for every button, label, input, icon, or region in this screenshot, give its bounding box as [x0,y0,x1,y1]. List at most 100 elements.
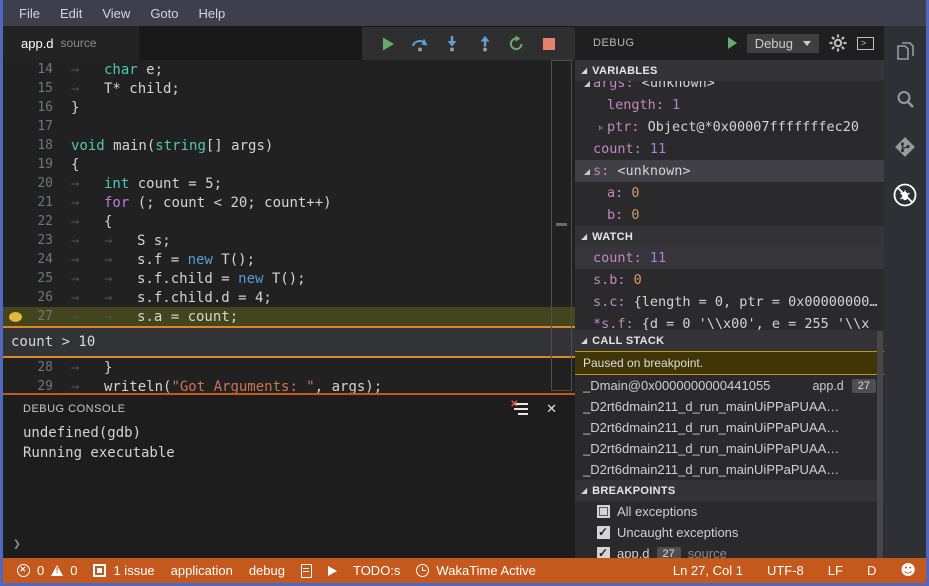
status-problems[interactable]: 00 [17,563,77,578]
continue-icon[interactable] [377,35,399,53]
watch-row[interactable]: count: 11 [575,247,884,269]
line-gutter[interactable]: 22 [3,214,53,229]
line-gutter[interactable]: 15 [3,81,53,96]
menu-item-file[interactable]: File [9,2,50,25]
breakpoint-checkbox[interactable] [597,546,610,558]
line-gutter[interactable]: 27 [3,309,53,324]
code-line-17[interactable]: 17 [3,117,575,136]
debug-config-dropdown[interactable]: Debug [746,33,819,53]
breakpoint-row[interactable]: Uncaught exceptions [575,522,884,543]
status-item[interactable]: application [171,563,233,578]
step-into-icon[interactable] [441,35,463,53]
panel-scrollbar[interactable] [877,331,883,558]
code-line-28[interactable]: 28 →} [3,358,575,377]
stack-frame-row[interactable]: _D2rt6dmain211_d_run_mainUiPPaPUAA… [575,438,884,459]
variable-row[interactable]: ◢ s: <unknown> [575,160,884,182]
tab-app-d[interactable]: app.d source [3,26,139,60]
twistie-icon[interactable]: ▹ [595,123,607,132]
status-item[interactable]: LF [828,563,843,578]
line-gutter[interactable]: 28 [3,360,53,375]
code-line-22[interactable]: 22 →{ [3,212,575,231]
line-gutter[interactable]: 26 [3,290,53,305]
line-gutter[interactable]: 20 [3,176,53,191]
breakpoint-row[interactable]: All exceptions [575,501,884,522]
stack-frame-row[interactable]: _D2rt6dmain211_d_run_mainUiPPaPUAA… [575,459,884,480]
status-item[interactable]: 1 issue [93,563,155,578]
line-gutter[interactable]: 25 [3,271,53,286]
restart-icon[interactable] [506,35,528,53]
code-line-18[interactable]: 18 void main(string[] args) [3,136,575,155]
code-line-27[interactable]: 27 → → s.a = count; [3,307,575,326]
breakpoint-icon[interactable] [9,311,22,322]
status-item[interactable] [327,565,337,576]
search-icon[interactable] [892,86,918,112]
conditional-breakpoint-peek[interactable]: count > 10 [3,326,575,358]
breakpoint-checkbox[interactable] [597,525,610,539]
stack-frame-row[interactable]: _D2rt6dmain211_d_run_mainUiPPaPUAA… [575,396,884,417]
step-over-icon[interactable] [409,35,431,53]
twistie-icon[interactable]: ◢ [581,81,593,88]
variable-row[interactable]: length: 1 [575,94,884,116]
code-line-26[interactable]: 26 → → s.f.child.d = 4; [3,288,575,307]
status-item[interactable]: D [867,563,876,578]
watch-row[interactable]: s.b: 0 [575,269,884,291]
line-gutter[interactable]: 17 [3,119,53,134]
menu-item-help[interactable]: Help [189,2,236,25]
watch-row[interactable]: s.c: {length = 0, ptr = 0x00000000… [575,291,884,313]
menu-item-view[interactable]: View [92,2,140,25]
section-call-stack[interactable]: ◢ CALL STACK [575,330,884,351]
code-line-23[interactable]: 23 → → S s; [3,231,575,250]
stack-frame-row[interactable]: _Dmain@0x0000000000441055 app.d 27 [575,375,884,396]
code-line-20[interactable]: 20 → int count = 5; [3,174,575,193]
word-wrap-icon[interactable]: ✕ [510,399,529,416]
section-breakpoints[interactable]: ◢ BREAKPOINTS [575,480,884,501]
section-variables[interactable]: ◢ VARIABLES [575,60,884,81]
line-gutter[interactable]: 18 [3,138,53,153]
code-line-25[interactable]: 25 → → s.f.child = new T(); [3,269,575,288]
breakpoint-row[interactable]: app.d 27 source [575,543,884,558]
start-debug-icon[interactable] [727,37,737,49]
line-gutter[interactable]: 14 [3,62,53,77]
gear-icon[interactable] [829,34,847,52]
code-line-15[interactable]: 15 → T* child; [3,79,575,98]
console-input-prompt[interactable]: ❯ [13,537,21,552]
status-item[interactable]: UTF-8 [767,563,804,578]
status-item[interactable]: ☻ [900,563,916,578]
code-line-21[interactable]: 21 → for (; count < 20; count++) [3,193,575,212]
status-item[interactable]: TODO:s [353,563,400,578]
variable-row[interactable]: a: 0 [575,182,884,204]
line-gutter[interactable]: 29 [3,379,53,393]
stop-icon[interactable] [538,35,560,53]
code-line-19[interactable]: 19 { [3,155,575,174]
line-gutter[interactable]: 19 [3,157,53,172]
line-gutter[interactable]: 24 [3,252,53,267]
open-console-icon[interactable]: > [857,36,874,50]
variable-row[interactable]: ◢ args: <unknown> [575,81,884,94]
section-watch[interactable]: ◢ WATCH [575,226,884,247]
code-line-29[interactable]: 29 → writeln("Got Arguments: ", args); [3,377,575,394]
line-gutter[interactable]: 16 [3,100,53,115]
close-icon[interactable]: ✕ [546,401,557,417]
menu-item-goto[interactable]: Goto [140,2,188,25]
debug-stop-icon[interactable] [892,182,918,208]
line-gutter[interactable]: 21 [3,195,53,210]
source-control-icon[interactable] [892,134,918,160]
status-item[interactable] [300,563,312,578]
variable-row[interactable]: ▹ ptr: Object@*0x00007fffffffec20 [575,116,884,138]
status-item[interactable]: debug [249,563,285,578]
code-line-16[interactable]: 16} [3,98,575,117]
breakpoint-checkbox[interactable] [597,505,610,518]
status-item[interactable]: Ln 27, Col 1 [673,563,743,578]
code-editor[interactable]: 14 → char e; 15 → T* child; 16} 17 18 void main(s… [3,60,575,393]
code-line-24[interactable]: 24 → → s.f = new T(); [3,250,575,269]
step-out-icon[interactable] [474,35,496,53]
variable-row[interactable]: count: 11 [575,138,884,160]
variable-row[interactable]: b: 0 [575,204,884,226]
watch-row[interactable]: *s.f: {d = 0 '\\x00', e = 255 '\\x [575,313,884,330]
stack-frame-row[interactable]: _D2rt6dmain211_d_run_mainUiPPaPUAA… [575,417,884,438]
files-icon[interactable] [892,38,918,64]
line-gutter[interactable]: 23 [3,233,53,248]
twistie-icon[interactable]: ◢ [581,167,593,176]
status-item[interactable]: WakaTime Active [416,563,536,578]
code-line-14[interactable]: 14 → char e; [3,60,575,79]
